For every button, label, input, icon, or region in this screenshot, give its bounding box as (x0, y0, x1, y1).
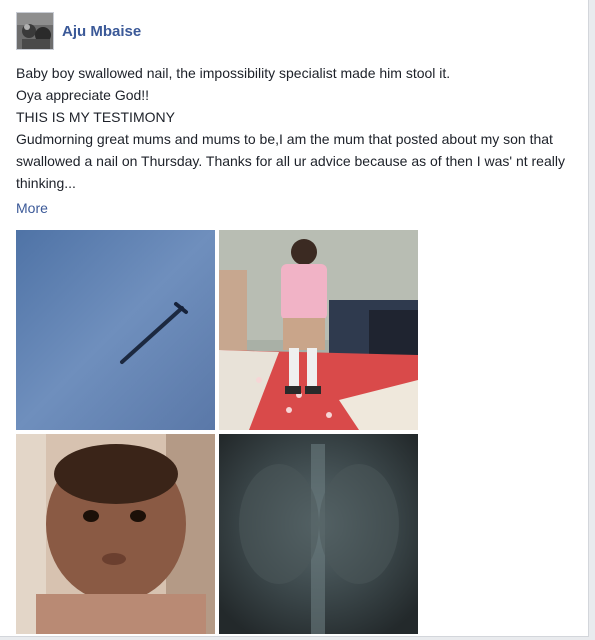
photo-nail[interactable] (16, 230, 215, 430)
more-link[interactable]: More (16, 200, 48, 216)
avatar[interactable] (16, 12, 54, 50)
photo-xray[interactable] (219, 434, 418, 634)
baby-face-image (16, 434, 215, 634)
post-line-3: THIS IS MY TESTIMONY (16, 109, 175, 125)
photo-grid (16, 230, 418, 634)
boy-standing-image (219, 230, 418, 430)
xray-image (219, 434, 418, 634)
post-line-1: Baby boy swallowed nail, the impossibili… (16, 65, 451, 81)
photo-baby-face[interactable] (16, 434, 215, 634)
post-line-2: Oya appreciate God!! (16, 87, 150, 103)
post-header: Aju Mbaise (16, 12, 141, 50)
post-line-4: Gudmorning great mums and mums to be,I a… (16, 131, 565, 191)
author-name[interactable]: Aju Mbaise (62, 23, 141, 40)
nail-photo-image (16, 230, 215, 430)
photo-boy-standing[interactable] (219, 230, 418, 430)
post-text: Baby boy swallowed nail, the impossibili… (16, 62, 584, 194)
post-card: Aju Mbaise Baby boy swallowed nail, the … (0, 0, 589, 637)
avatar-image (17, 13, 53, 49)
